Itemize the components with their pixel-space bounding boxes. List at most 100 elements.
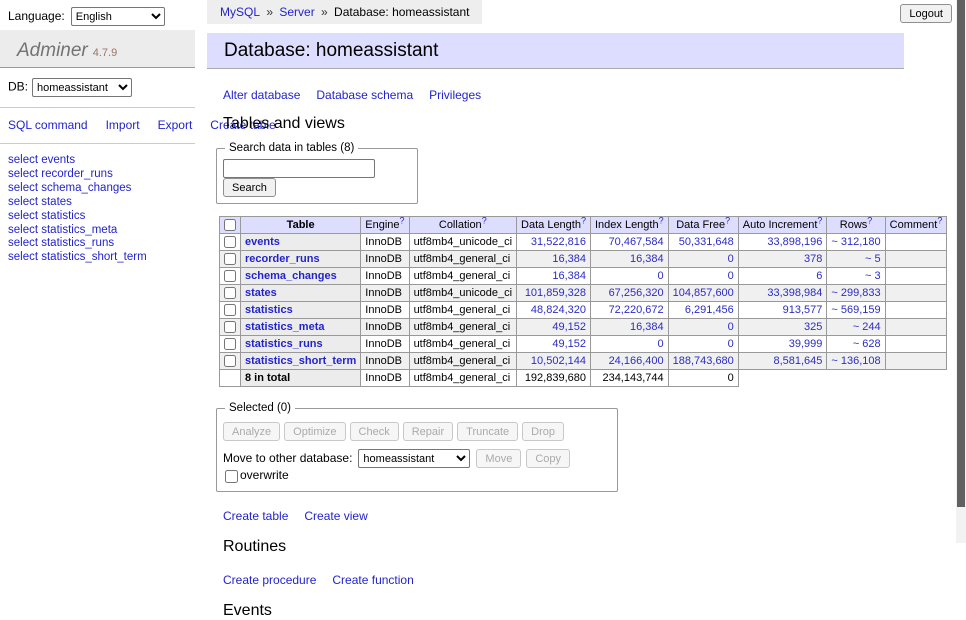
- sidebar-table-link[interactable]: select recorder_runs: [8, 168, 113, 180]
- column-help-link[interactable]: ?: [867, 215, 872, 225]
- truncate-button[interactable]: Truncate: [457, 422, 518, 441]
- search-input[interactable]: [223, 159, 375, 178]
- auto-increment-link[interactable]: 325: [804, 321, 822, 333]
- logout-button[interactable]: Logout: [900, 4, 952, 23]
- rows-link[interactable]: ~ 5: [865, 253, 881, 265]
- rows-link[interactable]: ~ 312,180: [831, 236, 880, 248]
- index-length-link[interactable]: 16,384: [630, 321, 664, 333]
- rows-link[interactable]: ~ 569,159: [831, 304, 880, 316]
- create-link[interactable]: Create table: [223, 509, 288, 523]
- index-length-link[interactable]: 0: [658, 270, 664, 282]
- column-help-link[interactable]: ?: [937, 215, 942, 225]
- table-name-link[interactable]: events: [245, 236, 280, 248]
- index-length-link[interactable]: 0: [658, 338, 664, 350]
- language-select[interactable]: English: [71, 7, 165, 26]
- check-button[interactable]: Check: [350, 422, 399, 441]
- auto-increment-link[interactable]: 33,398,984: [767, 287, 822, 299]
- sidebar-table-link[interactable]: select statistics_meta: [8, 224, 117, 236]
- index-length-link[interactable]: 16,384: [630, 253, 664, 265]
- data-free-link[interactable]: 0: [728, 338, 734, 350]
- index-length-link[interactable]: 72,220,672: [609, 304, 664, 316]
- analyze-button[interactable]: Analyze: [223, 422, 280, 441]
- auto-increment-link[interactable]: 39,999: [789, 338, 823, 350]
- column-help-link[interactable]: ?: [725, 215, 730, 225]
- data-free-link[interactable]: 104,857,600: [673, 287, 734, 299]
- row-checkbox[interactable]: [224, 253, 236, 265]
- row-checkbox[interactable]: [224, 270, 236, 282]
- routine-link[interactable]: Create function: [332, 573, 413, 587]
- sidebar-table-link[interactable]: select events: [8, 154, 75, 166]
- select-all-checkbox[interactable]: [224, 219, 236, 231]
- auto-increment-link[interactable]: 6: [816, 270, 822, 282]
- breadcrumb-link[interactable]: MySQL: [220, 5, 260, 19]
- optimize-button[interactable]: Optimize: [284, 422, 345, 441]
- column-help-link[interactable]: ?: [482, 215, 487, 225]
- rows-link[interactable]: ~ 299,833: [831, 287, 880, 299]
- scrollbar-thumb[interactable]: [957, 0, 965, 507]
- auto-increment-link[interactable]: 8,581,645: [773, 355, 822, 367]
- search-button[interactable]: Search: [223, 178, 276, 197]
- create-link[interactable]: Create view: [304, 509, 367, 523]
- data-free-link[interactable]: 6,291,456: [685, 304, 734, 316]
- sidebar-action-link[interactable]: Export: [158, 118, 193, 132]
- rows-link[interactable]: ~ 628: [853, 338, 881, 350]
- table-name-link[interactable]: statistics_short_term: [245, 355, 356, 367]
- table-name-link[interactable]: statistics_meta: [245, 321, 325, 333]
- move-button[interactable]: Move: [476, 449, 521, 468]
- column-help-link[interactable]: ?: [581, 215, 586, 225]
- data-length-link[interactable]: 10,502,144: [531, 355, 586, 367]
- db-select[interactable]: homeassistant: [32, 78, 132, 97]
- routine-link[interactable]: Create procedure: [223, 573, 316, 587]
- sidebar-table-link[interactable]: select statistics: [8, 210, 85, 222]
- data-length-link[interactable]: 16,384: [552, 270, 586, 282]
- sidebar-table-link[interactable]: select schema_changes: [8, 182, 131, 194]
- db-action-link[interactable]: Database schema: [316, 88, 413, 102]
- table-name-link[interactable]: states: [245, 287, 277, 299]
- data-free-link[interactable]: 188,743,680: [673, 355, 734, 367]
- column-help-link[interactable]: ?: [817, 215, 822, 225]
- rows-link[interactable]: ~ 3: [865, 270, 881, 282]
- sidebar-table-link[interactable]: select statistics_runs: [8, 237, 114, 249]
- drop-button[interactable]: Drop: [522, 422, 564, 441]
- repair-button[interactable]: Repair: [403, 422, 453, 441]
- index-length-link[interactable]: 67,256,320: [609, 287, 664, 299]
- row-checkbox[interactable]: [224, 321, 236, 333]
- data-free-link[interactable]: 0: [728, 270, 734, 282]
- row-checkbox[interactable]: [224, 287, 236, 299]
- column-help-link[interactable]: ?: [659, 215, 664, 225]
- auto-increment-link[interactable]: 913,577: [783, 304, 823, 316]
- data-free-link[interactable]: 0: [728, 321, 734, 333]
- sidebar-action-link[interactable]: Import: [106, 118, 140, 132]
- adminer-home-link[interactable]: Adminer: [17, 40, 88, 61]
- row-checkbox[interactable]: [224, 338, 236, 350]
- row-checkbox[interactable]: [224, 236, 236, 248]
- rows-link[interactable]: ~ 136,108: [831, 355, 880, 367]
- overwrite-checkbox[interactable]: [225, 470, 238, 483]
- data-length-link[interactable]: 16,384: [552, 253, 586, 265]
- table-name-link[interactable]: recorder_runs: [245, 253, 320, 265]
- data-length-link[interactable]: 48,824,320: [531, 304, 586, 316]
- column-help-link[interactable]: ?: [400, 215, 405, 225]
- auto-increment-link[interactable]: 33,898,196: [767, 236, 822, 248]
- table-name-link[interactable]: schema_changes: [245, 270, 337, 282]
- rows-link[interactable]: ~ 244: [853, 321, 881, 333]
- index-length-link[interactable]: 70,467,584: [609, 236, 664, 248]
- scrollbar[interactable]: [956, 0, 966, 543]
- move-db-select[interactable]: homeassistant: [358, 449, 470, 468]
- index-length-link[interactable]: 24,166,400: [609, 355, 664, 367]
- data-length-link[interactable]: 49,152: [552, 321, 586, 333]
- copy-button[interactable]: Copy: [526, 449, 570, 468]
- table-name-link[interactable]: statistics: [245, 304, 293, 316]
- row-checkbox[interactable]: [224, 304, 236, 316]
- auto-increment-link[interactable]: 378: [804, 253, 822, 265]
- data-length-link[interactable]: 49,152: [552, 338, 586, 350]
- sidebar-table-link[interactable]: select statistics_short_term: [8, 251, 147, 263]
- table-name-link[interactable]: statistics_runs: [245, 338, 323, 350]
- data-length-link[interactable]: 101,859,328: [525, 287, 586, 299]
- sidebar-table-link[interactable]: select states: [8, 196, 72, 208]
- data-length-link[interactable]: 31,522,816: [531, 236, 586, 248]
- db-action-link[interactable]: Alter database: [223, 88, 300, 102]
- row-checkbox[interactable]: [224, 355, 236, 367]
- breadcrumb-link[interactable]: Server: [279, 5, 314, 19]
- data-free-link[interactable]: 50,331,648: [679, 236, 734, 248]
